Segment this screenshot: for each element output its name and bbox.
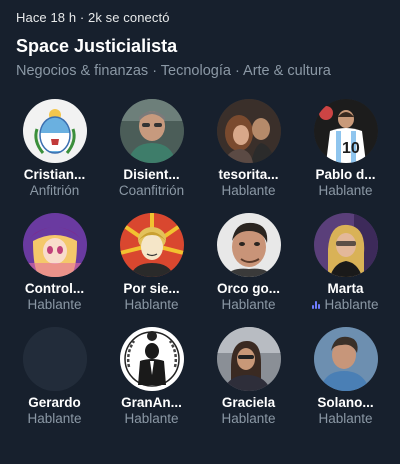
svg-text:10: 10 — [342, 140, 360, 157]
participant-card[interactable]: Control... Hablante — [6, 212, 103, 326]
participant-name: Por sie... — [123, 281, 180, 296]
participant-card[interactable]: Marta Hablante — [297, 212, 394, 326]
avatar[interactable] — [216, 99, 281, 163]
participant-role: Coanfitrión — [118, 183, 185, 198]
participants-grid: Cristian... Anfitrión Disient... Coanfit… — [6, 98, 394, 440]
participant-name: Gerardo — [28, 395, 81, 410]
avatar[interactable] — [22, 327, 87, 391]
avatar[interactable]: 10 — [313, 99, 378, 163]
participant-card[interactable]: Graciela Hablante — [200, 326, 297, 440]
participant-role: Hablante — [27, 411, 82, 426]
avatar[interactable] — [313, 327, 378, 391]
participant-role: Hablante — [221, 411, 276, 426]
avatar[interactable] — [22, 213, 87, 277]
speaking-indicator-icon — [312, 300, 321, 309]
woman-selfie-icon — [216, 327, 281, 391]
participant-name: Graciela — [221, 395, 276, 410]
participant-card[interactable]: 10 Pablo d... Hablante — [297, 98, 394, 212]
avatar[interactable] — [119, 327, 184, 391]
participant-role: Hablante — [318, 183, 373, 198]
woman-photo-icon — [313, 213, 378, 277]
participant-name: tesorita... — [218, 167, 279, 182]
participant-card[interactable]: Cristian... Anfitrión — [6, 98, 103, 212]
participant-card[interactable]: tesorita... Hablante — [200, 98, 297, 212]
participant-name: Orco go... — [216, 281, 280, 296]
participant-role: Anfitrión — [29, 183, 80, 198]
participant-card[interactable]: Gerardo Hablante — [6, 326, 103, 440]
anime-girl-icon — [22, 213, 87, 277]
participant-card[interactable]: Por sie... Hablante — [103, 212, 200, 326]
participant-name: Solano... — [317, 395, 374, 410]
space-topics: Negocios & finanzas · Tecnología · Arte … — [16, 63, 331, 79]
participant-role: Hablante — [318, 411, 373, 426]
participant-role: Hablante — [312, 297, 379, 312]
participant-role: Hablante — [124, 297, 179, 312]
participant-name: Pablo d... — [315, 167, 376, 182]
man-closeup-icon — [216, 213, 281, 277]
avatar[interactable] — [119, 99, 184, 163]
space-header: Hace 18 h · 2k se conectó Space Justicia… — [16, 10, 390, 79]
avatar[interactable] — [22, 99, 87, 163]
evita-portrait-icon — [119, 213, 184, 277]
couple-photo-icon — [216, 99, 281, 163]
space-meta: Hace 18 h · 2k se conectó — [16, 10, 170, 25]
space-title: Space Justicialista — [16, 36, 178, 56]
participant-name: Marta — [327, 281, 364, 296]
man-portrait-icon — [313, 327, 378, 391]
man-photo-icon — [119, 99, 184, 163]
avatar[interactable] — [216, 327, 281, 391]
anonymous-logo-icon — [119, 327, 184, 391]
participant-name: GranAn... — [121, 395, 182, 410]
participant-card[interactable]: GranAn... Hablante — [103, 326, 200, 440]
argentina-shield-icon — [22, 99, 87, 163]
participant-card[interactable]: Orco go... Hablante — [200, 212, 297, 326]
participant-name: Cristian... — [23, 167, 86, 182]
avatar[interactable] — [119, 213, 184, 277]
footballer-photo-icon: 10 — [313, 99, 378, 163]
avatar[interactable] — [313, 213, 378, 277]
empty-avatar-icon — [22, 327, 87, 391]
participant-role: Hablante — [27, 297, 82, 312]
participant-role: Hablante — [221, 183, 276, 198]
participant-name: Disient... — [123, 167, 180, 182]
participant-card[interactable]: Disient... Coanfitrión — [103, 98, 200, 212]
participant-role: Hablante — [124, 411, 179, 426]
participant-role: Hablante — [221, 297, 276, 312]
avatar[interactable] — [216, 213, 281, 277]
participant-card[interactable]: Solano... Hablante — [297, 326, 394, 440]
participant-name: Control... — [24, 281, 85, 296]
